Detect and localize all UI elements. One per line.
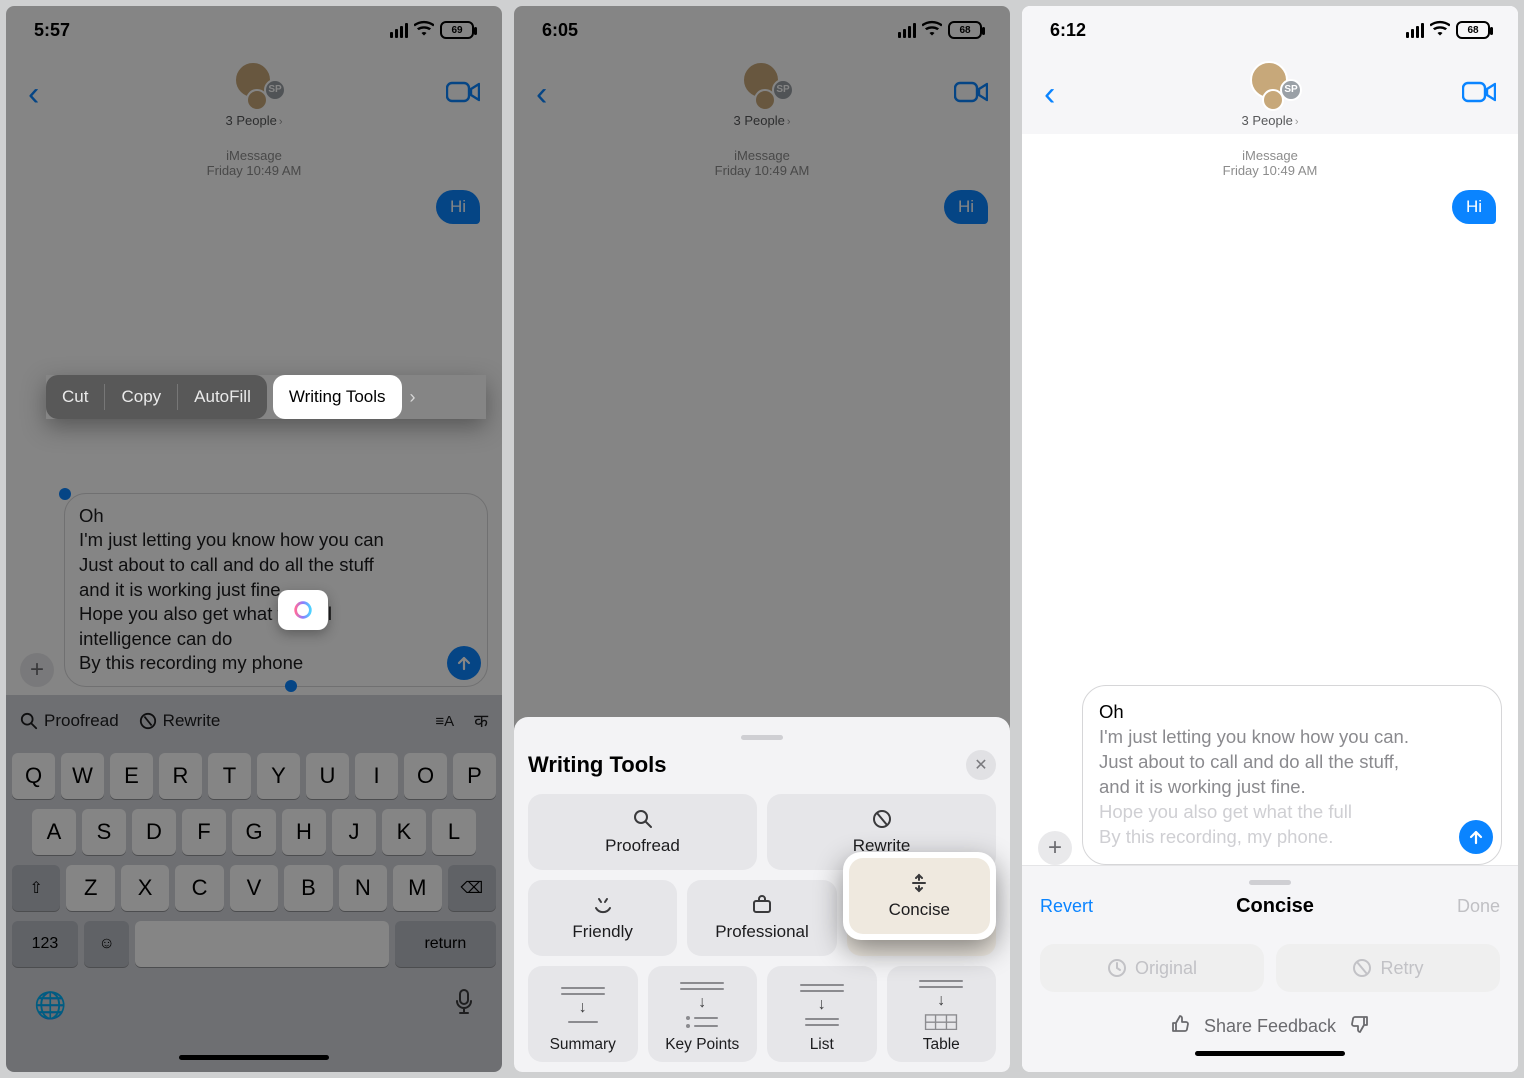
close-sheet-button[interactable]: ✕ bbox=[966, 750, 996, 780]
thumbs-up-icon[interactable] bbox=[1170, 1014, 1190, 1039]
proofread-button[interactable]: Proofread bbox=[20, 711, 119, 731]
thread-header: iMessageFriday 10:49 AM bbox=[6, 134, 502, 178]
menu-autofill[interactable]: AutoFill bbox=[178, 375, 267, 419]
facetime-button[interactable] bbox=[446, 80, 480, 109]
group-avatar[interactable]: SP bbox=[1240, 61, 1300, 111]
menu-writing-tools[interactable]: Writing Tools bbox=[273, 375, 402, 419]
back-button[interactable]: ‹ bbox=[536, 75, 547, 114]
wifi-icon bbox=[414, 20, 434, 41]
back-button[interactable]: ‹ bbox=[1044, 75, 1055, 114]
text-size-icon[interactable]: ≡A bbox=[435, 713, 454, 730]
language-icon[interactable]: क bbox=[474, 709, 488, 733]
message-input[interactable]: Oh I'm just letting you know how you can… bbox=[64, 493, 488, 687]
backspace-key[interactable]: ⌫ bbox=[448, 865, 496, 911]
thumbs-down-icon[interactable] bbox=[1350, 1014, 1370, 1039]
group-name[interactable]: 3 People› bbox=[226, 113, 283, 128]
group-name[interactable]: 3 People› bbox=[734, 113, 791, 128]
keypoints-option[interactable]: ↓ Key Points bbox=[648, 966, 758, 1062]
revert-button[interactable]: Revert bbox=[1040, 896, 1093, 917]
retry-button[interactable]: Retry bbox=[1276, 944, 1500, 992]
rewrite-button[interactable]: Rewrite bbox=[139, 711, 221, 731]
screenshot-2: 6:05 68 ‹ SP 3 People› iMessageFriday 10… bbox=[514, 6, 1010, 1072]
mic-icon[interactable] bbox=[454, 989, 474, 1022]
send-button[interactable] bbox=[447, 646, 481, 680]
share-feedback[interactable]: Share Feedback bbox=[1040, 1014, 1500, 1039]
shift-key[interactable]: ⇧ bbox=[12, 865, 60, 911]
add-attachment-button[interactable]: + bbox=[20, 653, 54, 687]
clock: 5:57 bbox=[34, 20, 70, 41]
battery-icon: 68 bbox=[948, 21, 982, 39]
group-avatar[interactable]: SP bbox=[732, 61, 792, 111]
status-bar: 5:57 69 bbox=[6, 6, 502, 54]
keyboard[interactable]: QWERTYUIOP ASDFGHJKL ⇧ZXCVBNM⌫ 123☺retur… bbox=[6, 747, 502, 1072]
review-title: Concise bbox=[1236, 895, 1314, 918]
group-name[interactable]: 3 People› bbox=[1242, 113, 1299, 128]
concise-option[interactable]: Concise bbox=[843, 852, 996, 940]
proofread-option[interactable]: Proofread bbox=[528, 794, 757, 870]
apple-intelligence-button[interactable] bbox=[278, 590, 328, 630]
cell-signal-icon bbox=[1406, 23, 1424, 38]
space-key[interactable] bbox=[135, 921, 388, 967]
table-option[interactable]: ↓ Table bbox=[887, 966, 997, 1062]
facetime-button[interactable] bbox=[1462, 80, 1496, 109]
battery-icon: 69 bbox=[440, 21, 474, 39]
friendly-option[interactable]: Friendly bbox=[528, 880, 677, 956]
clock: 6:05 bbox=[542, 20, 578, 41]
battery-icon: 68 bbox=[1456, 21, 1490, 39]
wifi-icon bbox=[1430, 20, 1450, 41]
send-button[interactable] bbox=[1459, 820, 1493, 854]
sheet-title: Writing Tools bbox=[528, 752, 667, 778]
professional-option[interactable]: Professional bbox=[687, 880, 836, 956]
nav-bar: ‹ SP 3 People› bbox=[6, 54, 502, 134]
group-avatar[interactable]: SP bbox=[224, 61, 284, 111]
menu-more[interactable]: › bbox=[402, 387, 424, 408]
wifi-icon bbox=[922, 20, 942, 41]
summary-option[interactable]: ↓ Summary bbox=[528, 966, 638, 1062]
received-message: Hi bbox=[436, 190, 480, 224]
menu-cut[interactable]: Cut bbox=[46, 375, 104, 419]
numbers-key[interactable]: 123 bbox=[12, 921, 78, 967]
received-message: Hi bbox=[944, 190, 988, 224]
review-sheet: Revert Concise Done Original Retry Share… bbox=[1022, 865, 1518, 1072]
cell-signal-icon bbox=[390, 23, 408, 38]
writing-tools-toolbar: Proofread Rewrite ≡A क bbox=[6, 695, 502, 747]
received-message: Hi bbox=[1452, 190, 1496, 224]
add-attachment-button[interactable]: + bbox=[1038, 831, 1072, 865]
emoji-key[interactable]: ☺ bbox=[84, 921, 130, 967]
screenshot-1: 5:57 69 ‹ SP 3 People› iMessageFriday 10… bbox=[6, 6, 502, 1072]
done-button[interactable]: Done bbox=[1457, 896, 1500, 917]
screenshot-3: 6:12 68 ‹ SP 3 People› iMessageFriday 10… bbox=[1022, 6, 1518, 1072]
cell-signal-icon bbox=[898, 23, 916, 38]
edit-menu: Cut Copy AutoFill Writing Tools › bbox=[46, 375, 486, 419]
list-option[interactable]: ↓ List bbox=[767, 966, 877, 1062]
globe-icon[interactable]: 🌐 bbox=[34, 990, 66, 1021]
message-input[interactable]: Oh I'm just letting you know how you can… bbox=[1082, 685, 1502, 865]
return-key[interactable]: return bbox=[395, 921, 496, 967]
back-button[interactable]: ‹ bbox=[28, 75, 39, 114]
original-button[interactable]: Original bbox=[1040, 944, 1264, 992]
facetime-button[interactable] bbox=[954, 80, 988, 109]
menu-copy[interactable]: Copy bbox=[105, 375, 177, 419]
clock: 6:12 bbox=[1050, 20, 1086, 41]
